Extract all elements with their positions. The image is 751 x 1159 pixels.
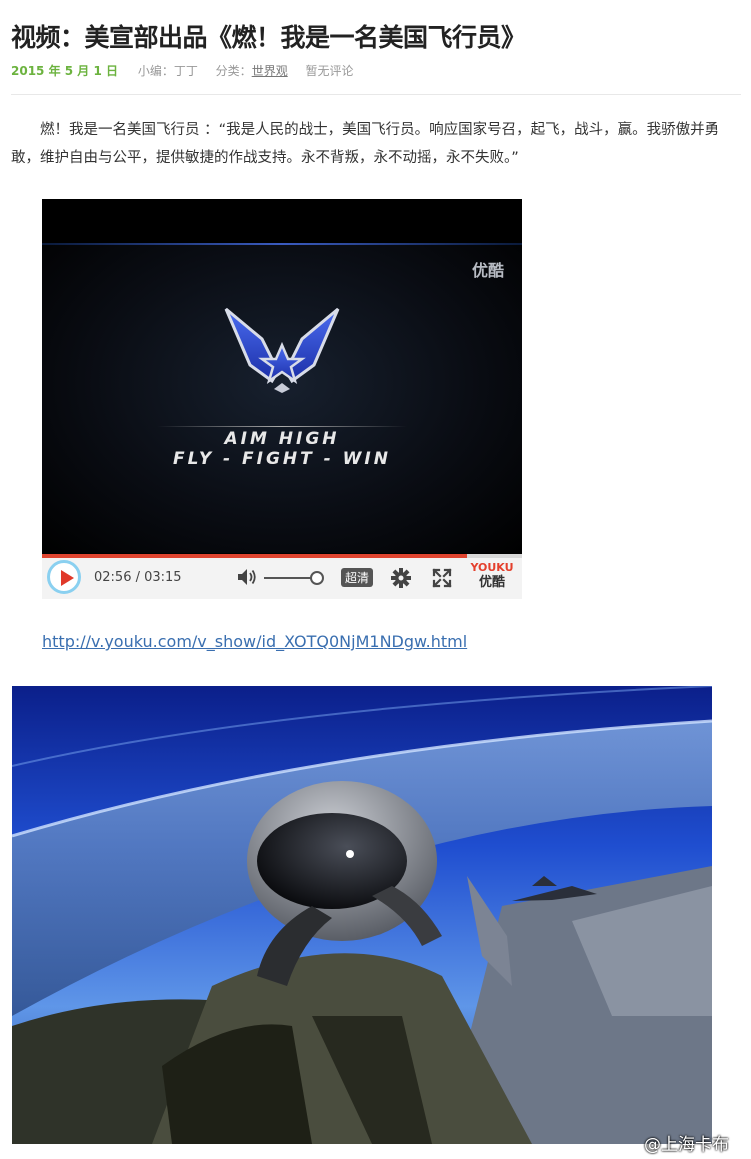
pilot-cockpit-photo (12, 686, 712, 1144)
quality-button[interactable]: 超清 (341, 568, 374, 587)
comments-link[interactable]: 暂无评论 (306, 64, 354, 78)
time-display: 02:56 / 03:15 (94, 570, 182, 585)
header-divider (11, 94, 741, 95)
editor-label: 小编：丁丁 (137, 64, 198, 78)
article-intro: 燃！我是一名美国飞行员 ：“我是人民的战士，美国飞行员。响应国家号召，起飞，战斗… (11, 122, 720, 166)
volume-icon[interactable] (236, 566, 258, 588)
volume-knob[interactable] (310, 571, 324, 585)
video-player[interactable]: 优酷 AIM HIGH FLY - FIGHT - WIN 02:56 / 03… (42, 199, 522, 599)
motto-aim-high: AIM HIGH (224, 429, 340, 449)
article-meta: 2015 年 5 月 1 日 小编：丁丁 分类：世界观 暂无评论 (11, 62, 354, 79)
air-force-emblem-icon (224, 307, 340, 393)
youku-logo[interactable]: YOUKU 优酷 (470, 561, 514, 591)
photo-credit: @上海卡布 (644, 1135, 729, 1155)
youku-logo-en: YOUKU (470, 561, 514, 574)
post-date: 2015 年 5 月 1 日 (11, 64, 118, 78)
fullscreen-icon[interactable] (431, 567, 453, 589)
category-link[interactable]: 世界观 (252, 64, 288, 78)
motto-fly-fight-win: FLY - FIGHT - WIN (173, 449, 391, 469)
youku-watermark: 优酷 (471, 261, 504, 280)
video-screen[interactable]: 优酷 AIM HIGH FLY - FIGHT - WIN (42, 243, 522, 553)
motto-rule (157, 426, 407, 427)
play-icon[interactable] (47, 560, 81, 594)
video-source-link[interactable]: http://v.youku.com/v_show/id_XOTQ0NjM1ND… (42, 632, 467, 651)
screen-glow (42, 243, 522, 245)
article-title: 视频：美宣部出品《燃！我是一名美国飞行员》 (11, 23, 526, 52)
gear-icon[interactable] (390, 567, 412, 589)
player-controls: 02:56 / 03:15 超清 YOUKU 优酷 (42, 558, 522, 599)
youku-logo-cn: 优酷 (478, 575, 505, 590)
category-prefix: 分类： (215, 64, 252, 78)
